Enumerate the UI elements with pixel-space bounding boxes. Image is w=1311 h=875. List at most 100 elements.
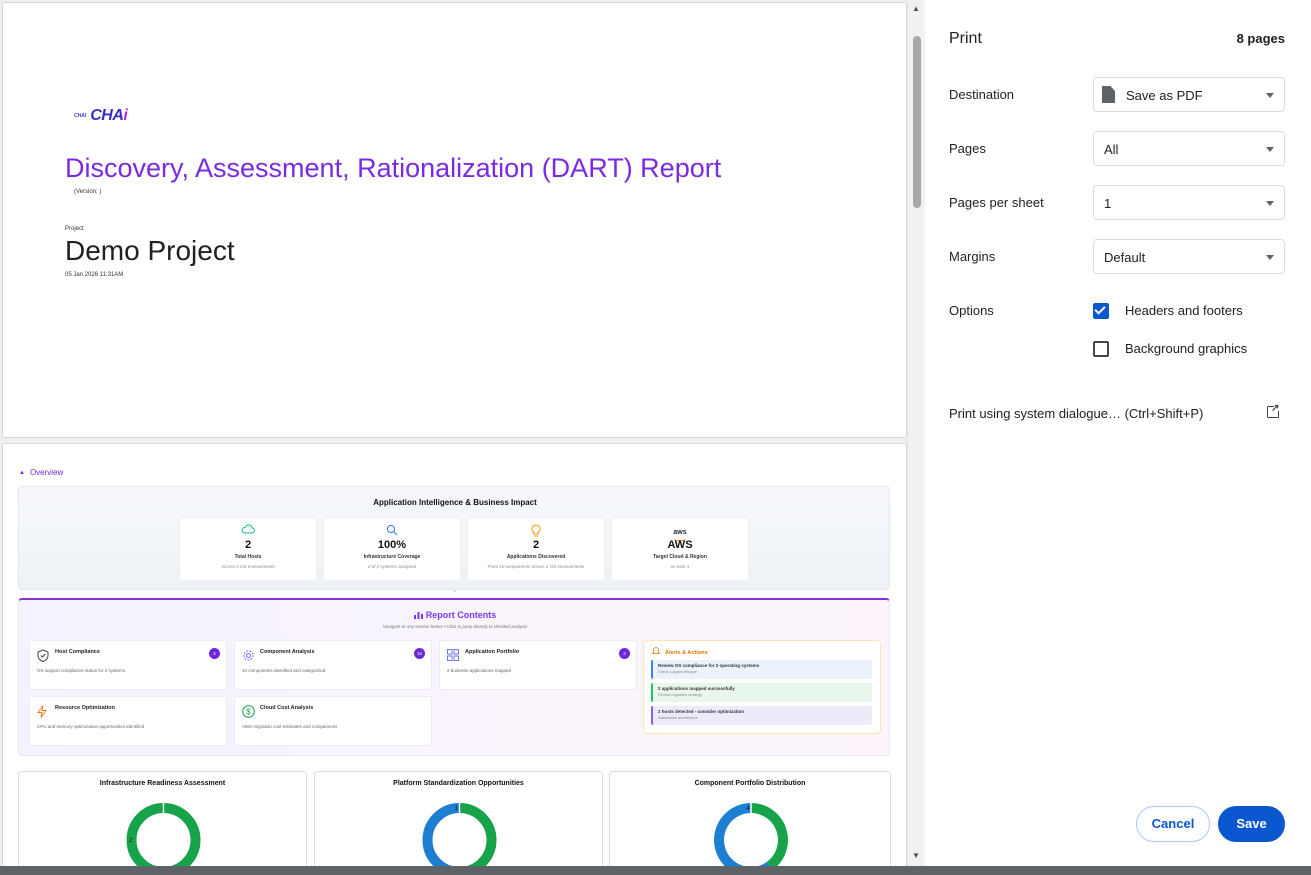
section-desc: OS support compliance status for 2 syste… xyxy=(37,668,126,673)
stat-label: Target Cloud & Region xyxy=(653,554,707,560)
alert-item[interactable]: Review OS compliance for 2 operating sys… xyxy=(651,660,872,679)
destination-select[interactable]: Save as PDF xyxy=(1093,77,1285,112)
chart-platform-standardization: Platform Standardization Opportunities 1 xyxy=(314,771,603,866)
headers-footers-label[interactable]: Headers and footers xyxy=(1125,303,1243,318)
report-title: Discovery, Assessment, Rationalization (… xyxy=(65,153,722,183)
background-graphics-checkbox[interactable] xyxy=(1093,341,1109,357)
preview-scrollbar[interactable]: ▲ ▼ xyxy=(907,0,924,866)
preview-page-1: CHAI CHAi Discovery, Assessment, Rationa… xyxy=(3,3,906,437)
open-in-new-arrow: ↗ xyxy=(1271,403,1280,414)
section-application-portfolio[interactable]: Application Portfolio 2 2 business appli… xyxy=(439,640,637,690)
pages-per-sheet-label: Pages per sheet xyxy=(949,195,1044,210)
logo-main-part: CHA xyxy=(90,107,124,124)
section-host-compliance[interactable]: Host Compliance 2 OS support compliance … xyxy=(29,640,227,690)
alert-sub: Rationalize architecture xyxy=(658,716,698,720)
cancel-button[interactable]: Cancel xyxy=(1136,806,1210,842)
system-dialog-link[interactable]: Print using system dialogue… (Ctrl+Shift… xyxy=(949,406,1203,421)
impact-panel: Application Intelligence & Business Impa… xyxy=(18,486,890,590)
pages-label: Pages xyxy=(949,141,986,156)
bar-chart-icon xyxy=(413,612,423,619)
section-title: Resource Optimization xyxy=(55,705,115,711)
lightning-icon xyxy=(37,705,47,721)
stat-value: AWS xyxy=(667,539,693,551)
section-cloud-cost[interactable]: $ Cloud Cost Analysis AWS migration cost… xyxy=(234,696,432,746)
pages-value: All xyxy=(1104,142,1119,157)
background-graphics-label[interactable]: Background graphics xyxy=(1125,341,1247,356)
preview-page-2: ▲ Overview Application Intelligence & Bu… xyxy=(3,444,906,866)
overview-toggle[interactable]: ▲ Overview xyxy=(19,468,63,477)
section-title: Component Analysis xyxy=(260,649,315,655)
chart-title: Component Portfolio Distribution xyxy=(694,780,806,787)
stat-value: 2 xyxy=(532,539,540,551)
stat-card-cloud: aws AWS Target Cloud & Region us-east-1 xyxy=(611,517,749,581)
margins-label: Margins xyxy=(949,249,996,264)
print-dialog: CHAI CHAi Discovery, Assessment, Rationa… xyxy=(0,0,1311,875)
document-icon xyxy=(1102,86,1115,103)
stat-value: 100% xyxy=(377,539,407,551)
alert-title: 2 applications mapped successfully xyxy=(658,686,735,691)
logo-i-part: i xyxy=(123,107,128,124)
pages-select[interactable]: All xyxy=(1093,131,1285,166)
destination-label: Destination xyxy=(949,87,1015,102)
stat-value: 2 xyxy=(244,539,252,551)
alert-title: 2 hosts detected - consider optimization xyxy=(658,709,745,714)
alert-item[interactable]: 2 applications mapped successfully Revie… xyxy=(651,683,872,702)
stat-label: Applications Discovered xyxy=(506,554,566,560)
section-title: Host Compliance xyxy=(55,649,100,655)
dollar-icon: $ xyxy=(242,705,255,721)
chart-infrastructure-readiness: Infrastructure Readiness Assessment 2 xyxy=(18,771,307,866)
margins-select[interactable]: Default xyxy=(1093,239,1285,274)
window-bottom-edge xyxy=(0,866,1311,875)
checkmark-icon xyxy=(1094,303,1106,315)
alert-item[interactable]: 2 hosts detected - consider optimization… xyxy=(651,706,872,725)
scroll-down-icon[interactable]: ▼ xyxy=(912,851,920,860)
headers-footers-checkbox[interactable] xyxy=(1093,303,1109,319)
print-settings-panel: Print 8 pages Destination Save as PDF Pa… xyxy=(925,0,1311,866)
donut-segment-1 xyxy=(422,803,460,866)
scrollbar-thumb[interactable] xyxy=(913,36,921,208)
save-button[interactable]: Save xyxy=(1218,806,1285,842)
section-title: Cloud Cost Analysis xyxy=(260,705,314,711)
destination-value: Save as PDF xyxy=(1126,88,1203,103)
donut-segment-0 xyxy=(459,803,497,866)
alert-sub: Review migration strategy xyxy=(658,693,702,697)
section-desc: 2 business applications mapped xyxy=(447,668,512,673)
print-preview[interactable]: CHAI CHAi Discovery, Assessment, Rationa… xyxy=(0,0,924,866)
section-badge: 2 xyxy=(209,648,220,659)
section-component-analysis[interactable]: Component Analysis 10 10 components iden… xyxy=(234,640,432,690)
alerts-title-text: Alerts & Actions xyxy=(665,650,708,656)
section-desc: AWS migration cost estimates and compari… xyxy=(242,724,338,729)
alert-sub: Check support lifecycle xyxy=(658,670,698,674)
stat-sub: From 10 components across 2 OS environme… xyxy=(487,564,585,569)
donut-segment-0 xyxy=(750,803,788,866)
triangle-up-icon: ▲ xyxy=(19,469,25,476)
scroll-up-icon[interactable]: ▲ xyxy=(912,4,920,13)
alert-title: Review OS compliance for 2 operating sys… xyxy=(658,663,760,668)
cloud-icon xyxy=(180,524,316,538)
alerts-title: Alerts & Actions xyxy=(651,647,708,656)
pages-per-sheet-select[interactable]: 1 xyxy=(1093,185,1285,220)
lightbulb-icon xyxy=(468,524,604,538)
stat-sub: Across 2 OS environments xyxy=(221,564,275,569)
shield-icon xyxy=(37,649,49,665)
dropdown-arrow-icon xyxy=(1266,93,1274,98)
project-label: Project xyxy=(65,226,84,232)
donut-chart: 4 xyxy=(714,803,788,866)
report-date: 05 Jan 2026 11:31AM xyxy=(65,272,124,278)
stat-card-hosts: 2 Total Hosts Across 2 OS environments xyxy=(179,517,317,581)
impact-title: Application Intelligence & Business Impa… xyxy=(373,498,537,507)
stat-label: Infrastructure Coverage xyxy=(363,554,421,560)
donut-chart: 2 xyxy=(126,803,201,866)
alerts-card: Alerts & Actions Review OS compliance fo… xyxy=(643,640,881,734)
margins-value: Default xyxy=(1104,250,1146,265)
pages-per-sheet-value: 1 xyxy=(1104,196,1112,211)
report-contents-title-text: Report Contents xyxy=(425,610,497,620)
gear-icon xyxy=(242,649,255,665)
section-resource-optimization[interactable]: Resource Optimization CPU and memory opt… xyxy=(29,696,227,746)
project-name: Demo Project xyxy=(65,235,235,266)
svg-text:$: $ xyxy=(246,707,251,716)
chai-logo: CHAI CHAi xyxy=(74,107,128,125)
aws-logo: aws xyxy=(612,524,748,541)
donut-segment-0 xyxy=(126,803,201,866)
donut-chart: 1 xyxy=(422,803,497,866)
